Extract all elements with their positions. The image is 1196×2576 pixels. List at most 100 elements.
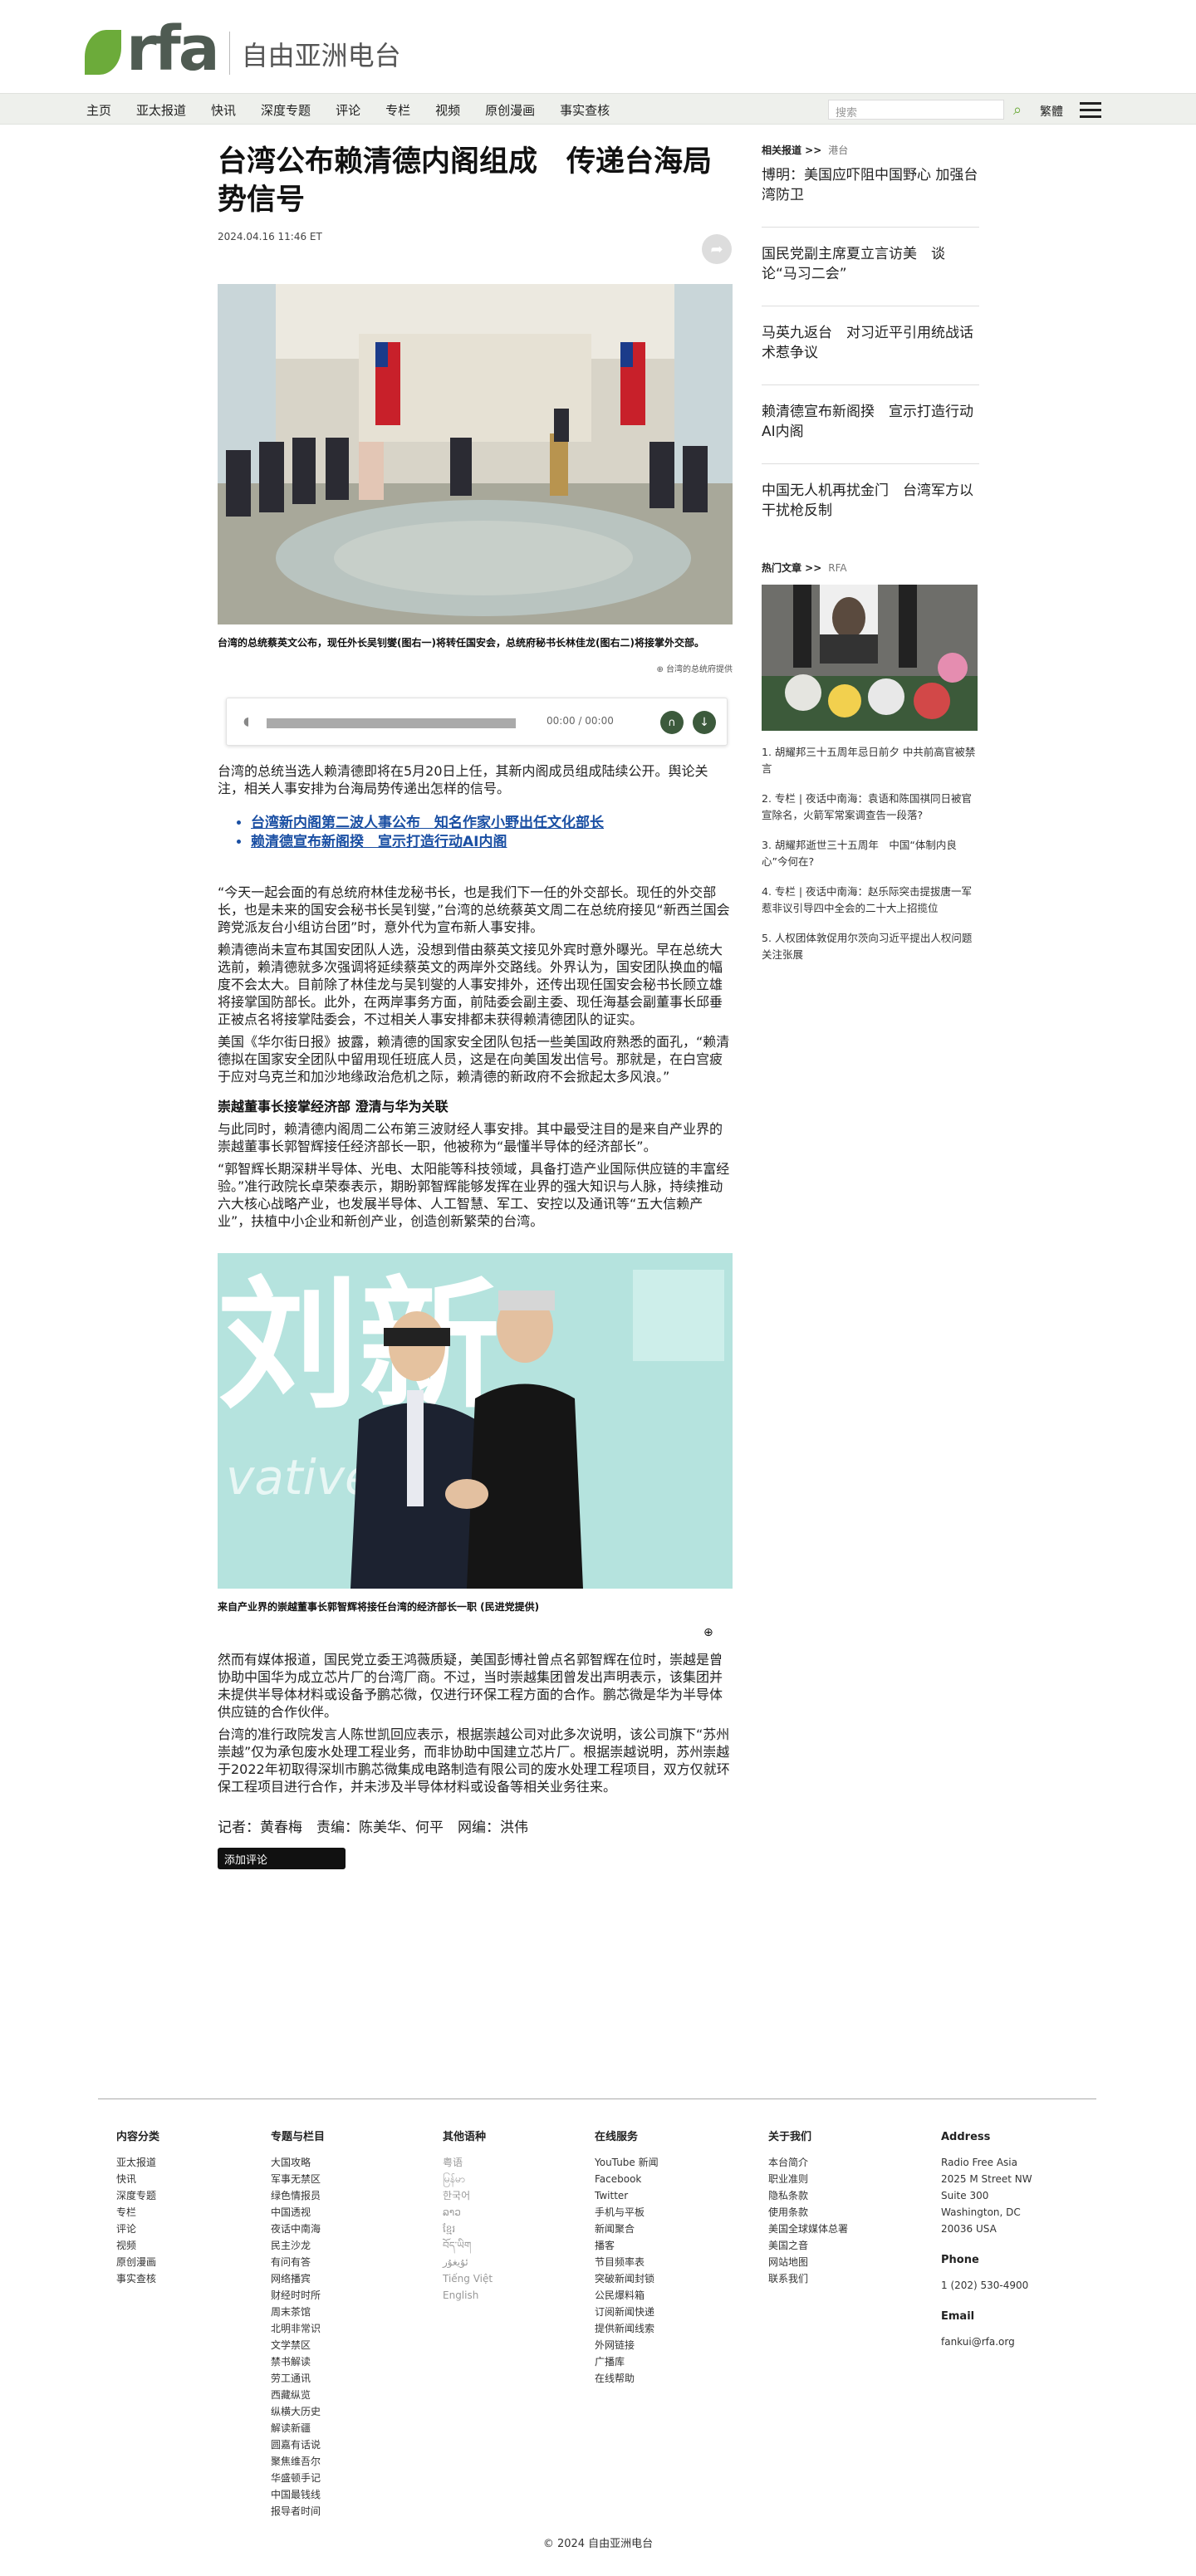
footer-link[interactable]: 网站地图 — [768, 2254, 848, 2270]
footer-link[interactable]: 突破新闻封锁 — [595, 2270, 659, 2287]
nav-item[interactable]: 主页 — [86, 101, 111, 119]
footer-link[interactable]: 大国攻略 — [271, 2154, 325, 2171]
footer-link[interactable]: 圆嘉有话说 — [271, 2436, 325, 2453]
footer-link[interactable]: 广播库 — [595, 2353, 659, 2370]
zoom-icon[interactable]: ⊕ — [656, 665, 666, 674]
nav-item[interactable]: 视频 — [435, 101, 460, 119]
footer-link[interactable]: 订阅新闻快递 — [595, 2304, 659, 2320]
footer-link[interactable]: 夜话中南海 — [271, 2221, 325, 2237]
footer-link[interactable]: 禁书解读 — [271, 2353, 325, 2370]
add-comment-button[interactable]: 添加评论 — [218, 1848, 346, 1869]
footer-link[interactable]: 专栏 — [116, 2204, 159, 2221]
footer-link[interactable]: 网络播宾 — [271, 2270, 325, 2287]
email-link[interactable]: fankui@rfa.org — [941, 2334, 1032, 2350]
footer-link[interactable]: 华盛顿手记 — [271, 2470, 325, 2486]
search-input[interactable]: 搜索 — [828, 100, 1004, 120]
footer-link[interactable]: 绿色情报员 — [271, 2187, 325, 2204]
footer-link[interactable]: 有问有答 — [271, 2254, 325, 2270]
footer-col-topics: 专题与栏目 大国攻略 军事无禁区 绿色情报员 中国透视 夜话中南海 民主沙龙 有问有答 网络播宾… — [271, 2129, 325, 2520]
footer-link[interactable]: 深度专题 — [116, 2187, 159, 2204]
footer-link[interactable]: 新闻聚合 — [595, 2221, 659, 2237]
footer-link[interactable]: 纵横大历史 — [271, 2403, 325, 2420]
nav-item[interactable]: 亚太报道 — [136, 101, 186, 119]
sidebar-link[interactable]: 赖清德宣布新阁揆 宣示打造行动AI内阁 — [762, 385, 979, 464]
hot-article-link[interactable]: 3. 胡耀邦逝世三十五周年 中国“体制内良心”今何在? — [762, 837, 979, 870]
footer-link[interactable]: 周末茶馆 — [271, 2304, 325, 2320]
footer-language-link[interactable]: 粤语 — [443, 2154, 493, 2171]
footer-link[interactable]: 聚焦维吾尔 — [271, 2453, 325, 2470]
footer-link[interactable]: 视频 — [116, 2237, 159, 2254]
share-icon[interactable]: ➦ — [702, 234, 732, 264]
footer-link[interactable]: 播客 — [595, 2237, 659, 2254]
footer-link[interactable]: 美国全球媒体总署 — [768, 2221, 848, 2237]
footer-link[interactable]: 劳工通讯 — [271, 2370, 325, 2387]
search-icon[interactable]: ⌕ — [1007, 100, 1028, 120]
footer-link[interactable]: 北明非常识 — [271, 2320, 325, 2337]
footer-language-link[interactable]: Tiếng Việt — [443, 2270, 493, 2287]
hot-article-photo[interactable] — [762, 585, 978, 731]
footer-link[interactable]: 财经时时所 — [271, 2287, 325, 2304]
related-link[interactable]: 赖清德宣布新阁揆 宣示打造行动AI内阁 — [251, 833, 733, 852]
hot-article-link[interactable]: 2. 专栏 | 夜话中南海：袁语和陈国祺同日被官宣除名，火箭军常案调查告一段落? — [762, 791, 979, 824]
nav-item[interactable]: 专栏 — [385, 101, 410, 119]
download-icon[interactable]: ↓ — [693, 711, 716, 734]
footer-link[interactable]: 隐私条款 — [768, 2187, 848, 2204]
nav-item[interactable]: 原创漫画 — [485, 101, 535, 119]
footer-link[interactable]: Facebook — [595, 2171, 659, 2187]
footer-link[interactable]: 提供新闻线索 — [595, 2320, 659, 2337]
audio-player[interactable]: ◖ 00:00 / 00:00 ∩ ↓ — [226, 698, 728, 746]
footer-language-link[interactable]: ខ្មែរ — [443, 2221, 493, 2237]
footer-link[interactable]: 美国之音 — [768, 2237, 848, 2254]
lang-switch[interactable]: 繁體 — [1040, 103, 1063, 120]
sidebar-link[interactable]: 博明：美国应吓阻中国野心 加强台湾防卫 — [762, 157, 979, 228]
footer-link[interactable]: 联系我们 — [768, 2270, 848, 2287]
sidebar-link[interactable]: 马英九返台 对习近平引用统战话术惹争议 — [762, 306, 979, 385]
footer-language-link[interactable]: English — [443, 2287, 493, 2304]
footer-link[interactable]: 事实查核 — [116, 2270, 159, 2287]
footer-link[interactable]: YouTube 新闻 — [595, 2154, 659, 2171]
play-icon[interactable]: ◖ — [243, 715, 249, 728]
footer-link[interactable]: 节目频率表 — [595, 2254, 659, 2270]
footer-link[interactable]: 文学禁区 — [271, 2337, 325, 2353]
footer-language-link[interactable]: བོད་ཡིག — [443, 2237, 493, 2254]
nav-item[interactable]: 事实查核 — [560, 101, 610, 119]
sidebar-link[interactable]: 中国无人机再扰金门 台湾军方以干扰枪反制 — [762, 464, 979, 542]
related-link[interactable]: 台湾新内阁第二波人事公布 知名作家小野出任文化部长 — [251, 814, 733, 833]
footer-link[interactable]: 原创漫画 — [116, 2254, 159, 2270]
footer-link[interactable]: 使用条款 — [768, 2204, 848, 2221]
footer-link[interactable]: 评论 — [116, 2221, 159, 2237]
hamburger-menu-icon[interactable] — [1080, 102, 1101, 119]
audio-progress-bar[interactable] — [267, 718, 516, 728]
footer-link[interactable]: 快讯 — [116, 2171, 159, 2187]
footer-link[interactable]: 报导者时间 — [271, 2503, 325, 2520]
footer-link[interactable]: 本台简介 — [768, 2154, 848, 2171]
footer-link[interactable]: 解读新疆 — [271, 2420, 325, 2436]
footer-link[interactable]: 军事无禁区 — [271, 2171, 325, 2187]
footer-link[interactable]: 亚太报道 — [116, 2154, 159, 2171]
footer-link[interactable]: 民主沙龙 — [271, 2237, 325, 2254]
hot-article-link[interactable]: 5. 人权团体敦促用尔茨向习近平提出人权问题 关注张展 — [762, 930, 983, 963]
headphones-icon[interactable]: ∩ — [660, 711, 684, 734]
rfa-logo[interactable]: rfa 自由亚洲电台 — [85, 18, 401, 80]
footer-language-link[interactable]: ລາວ — [443, 2204, 493, 2221]
footer-language-link[interactable]: မြန်မာ — [443, 2171, 493, 2187]
sidebar-link[interactable]: 国民党副主席夏立言访美 谈论“马习二会” — [762, 228, 979, 306]
footer-link[interactable]: 中国透视 — [271, 2204, 325, 2221]
footer-language-link[interactable]: 한국어 — [443, 2187, 493, 2204]
footer-link[interactable]: 西藏纵览 — [271, 2387, 325, 2403]
footer-link[interactable]: Twitter — [595, 2187, 659, 2204]
footer-link[interactable]: 在线帮助 — [595, 2370, 659, 2387]
hot-article-link[interactable]: 1. 胡耀邦三十五周年忌日前夕 中共前高官被禁言 — [762, 744, 979, 777]
phone[interactable]: 1 (202) 530-4900 — [941, 2277, 1032, 2294]
footer-link[interactable]: 公民爆料箱 — [595, 2287, 659, 2304]
nav-item[interactable]: 评论 — [336, 101, 360, 119]
footer-link[interactable]: 中国最钱线 — [271, 2486, 325, 2503]
footer-link[interactable]: 外网链接 — [595, 2337, 659, 2353]
zoom-icon[interactable]: ⊕ — [703, 1626, 733, 1639]
footer-link[interactable]: 手机与平板 — [595, 2204, 659, 2221]
footer-language-link[interactable]: ئۇيغۇر — [443, 2254, 493, 2270]
footer-link[interactable]: 职业准则 — [768, 2171, 848, 2187]
nav-item[interactable]: 快讯 — [211, 101, 236, 119]
hot-article-link[interactable]: 4. 专栏 | 夜话中南海：赵乐际突击提拔唐一军惹非议引导四中全会的二十大上招揽… — [762, 884, 979, 917]
nav-item[interactable]: 深度专题 — [261, 101, 311, 119]
